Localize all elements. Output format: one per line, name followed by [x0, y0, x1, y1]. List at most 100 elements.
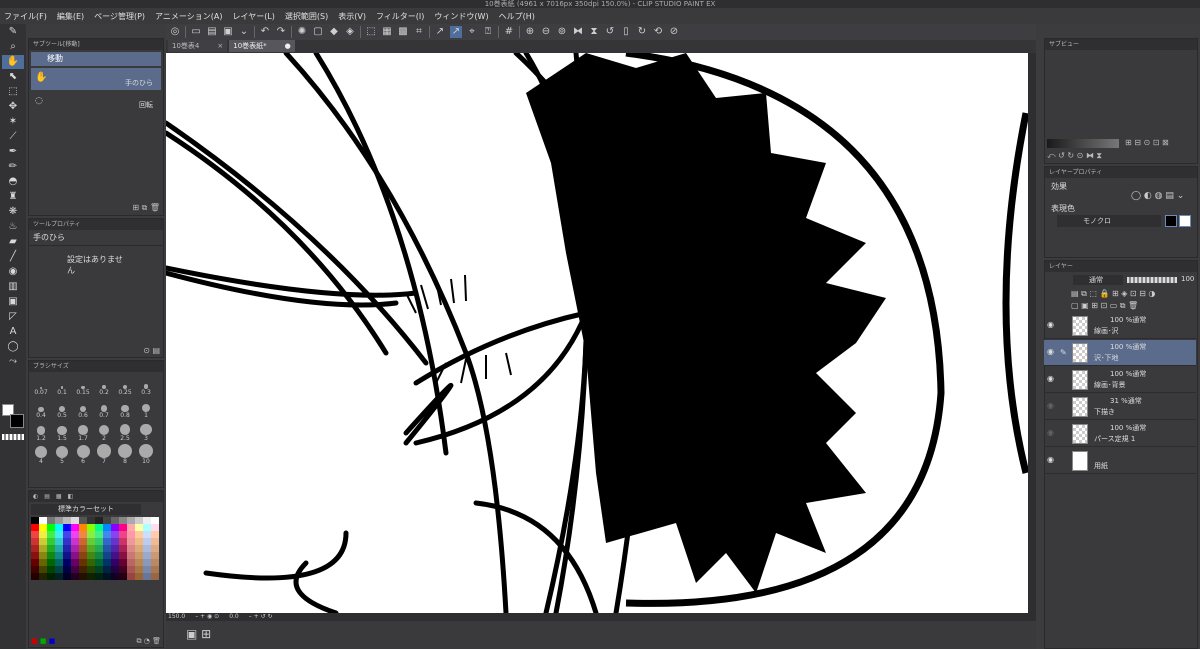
color-swatch[interactable] — [111, 524, 119, 531]
color-swatch[interactable] — [55, 552, 63, 559]
brush-size-item[interactable]: 5 — [52, 443, 72, 465]
color-swatch[interactable] — [111, 545, 119, 552]
color-swatch[interactable] — [63, 559, 71, 566]
menu-page[interactable]: ページ管理(P) — [94, 11, 145, 22]
color-swatch[interactable] — [135, 531, 143, 538]
tool-frame-icon[interactable]: ◸ — [2, 310, 24, 324]
fill-alt-icon[interactable]: ◈ — [344, 26, 356, 38]
tool-correct-icon[interactable]: ⤳ — [2, 355, 24, 369]
navigator-controls[interactable]: ⊞ ⊟ ⊙ ⊡ ⊠ — [1125, 138, 1169, 147]
redo-icon[interactable]: ↷ — [275, 26, 287, 38]
brush-size-item[interactable]: 4 — [31, 443, 51, 465]
color-swatch[interactable] — [143, 566, 151, 573]
brush-size-item[interactable]: 2.5 — [115, 420, 135, 442]
color-swatch[interactable] — [63, 545, 71, 552]
deselect-icon[interactable]: ⬚ — [365, 26, 377, 38]
tool-magic-wand-icon[interactable]: ✶ — [2, 115, 24, 129]
color-swatch[interactable] — [39, 524, 47, 531]
export-icon[interactable]: ⌄ — [238, 26, 250, 38]
color-swatch[interactable] — [55, 559, 63, 566]
color-swatch[interactable] — [103, 524, 111, 531]
main-color[interactable] — [10, 414, 24, 428]
color-set-icon[interactable]: ▦ — [56, 491, 62, 502]
brush-size-item[interactable]: 0.15 — [73, 374, 93, 396]
tool-gradient-icon[interactable]: ▥ — [2, 280, 24, 294]
color-swatch[interactable] — [103, 559, 111, 566]
color-swatch[interactable] — [111, 531, 119, 538]
flip-vertical-icon[interactable]: ⧗ — [588, 26, 600, 38]
color-swatch[interactable] — [103, 566, 111, 573]
color-swatch[interactable] — [47, 517, 55, 524]
brush-size-item[interactable]: 6 — [73, 443, 93, 465]
tab-close[interactable]: ● — [285, 40, 291, 52]
color-swatch[interactable] — [143, 531, 151, 538]
reset-icon[interactable]: ⊙ — [143, 346, 150, 355]
tool-balloon-icon[interactable]: ◯ — [2, 340, 24, 354]
color-swatch[interactable] — [55, 566, 63, 573]
undo-icon[interactable]: ↶ — [259, 26, 271, 38]
layer-row[interactable]: ◉ 31 %通常 下描き — [1044, 394, 1196, 420]
color-set-select[interactable]: 標準カラーセット — [31, 504, 141, 515]
menu-window[interactable]: ウィンドウ(W) — [434, 11, 488, 22]
color-swatch[interactable] — [71, 517, 79, 524]
color-swatch[interactable] — [151, 538, 159, 545]
brush-size-item[interactable]: 1.7 — [73, 420, 93, 442]
layer-visibility-eye-icon[interactable]: ◉ — [1047, 321, 1055, 329]
tool-pen2-icon[interactable]: ✒ — [2, 145, 24, 159]
color-swatch[interactable] — [95, 524, 103, 531]
color-swatch[interactable] — [31, 531, 39, 538]
brush-size-item[interactable]: 1.5 — [52, 420, 72, 442]
menu-layer[interactable]: レイヤー(L) — [232, 11, 274, 22]
color-swatch[interactable] — [87, 552, 95, 559]
color-swatch[interactable] — [103, 552, 111, 559]
color-swatch[interactable] — [95, 538, 103, 545]
brush-size-item[interactable]: 7 — [94, 443, 114, 465]
brush-size-item[interactable]: 0.6 — [73, 397, 93, 419]
color-swatch[interactable] — [151, 559, 159, 566]
tool-brush-icon[interactable]: ◓ — [2, 175, 24, 189]
tool-figure-icon[interactable]: ▣ — [2, 295, 24, 309]
color-swatch[interactable] — [47, 531, 55, 538]
color-swatch[interactable] — [143, 538, 151, 545]
color-swatch[interactable] — [119, 538, 127, 545]
color-swatch[interactable] — [111, 559, 119, 566]
menu-edit[interactable]: 編集(E) — [57, 11, 84, 22]
tool-text-icon[interactable]: A — [2, 325, 24, 339]
brush-size-item[interactable]: 0.3 — [136, 374, 156, 396]
color-swatch[interactable] — [71, 524, 79, 531]
mask-icon[interactable]: ⊘ — [668, 26, 680, 38]
rotate-reset-icon[interactable]: ⟲ — [652, 26, 664, 38]
snap-ruler-icon[interactable]: ↗ — [434, 26, 446, 38]
tool-pencil-icon[interactable]: ✏ — [2, 160, 24, 174]
layer-row[interactable]: ◉ 100 %通常 パース定規 1 — [1044, 421, 1196, 447]
canvas[interactable] — [166, 53, 1028, 613]
settings-icon[interactable]: ▤ — [152, 346, 160, 355]
color-swatch[interactable] — [87, 517, 95, 524]
new-icon[interactable]: ▭ — [190, 26, 202, 38]
color-set-footer-icons[interactable]: ⧉ ◔ 🗑 — [137, 637, 161, 646]
tool-pen-icon[interactable]: ✎ — [2, 25, 24, 39]
color-swatch[interactable] — [127, 524, 135, 531]
invert-selection-icon[interactable]: ▦ — [381, 26, 393, 38]
color-swatch[interactable] — [127, 538, 135, 545]
fit-icon[interactable]: ⊚ — [556, 26, 568, 38]
clear-icon[interactable]: ▢ — [312, 26, 324, 38]
color-swatch[interactable] — [135, 517, 143, 524]
color-swatch[interactable] — [71, 545, 79, 552]
subtool-rotate[interactable]: ◌ 回転 — [31, 92, 161, 112]
bottom-left-icons[interactable]: ▣ ⊞ — [186, 627, 211, 641]
color-swatch[interactable] — [71, 552, 79, 559]
color-swatch[interactable] — [47, 552, 55, 559]
color-swatch[interactable] — [127, 559, 135, 566]
brush-size-item[interactable]: 2 — [94, 420, 114, 442]
color-swatch[interactable] — [119, 552, 127, 559]
zoom-value[interactable]: 150.0 — [168, 613, 185, 621]
color-swatch[interactable] — [79, 538, 87, 545]
tool-object-icon[interactable]: ⬉ — [2, 70, 24, 84]
layer-tool-icons[interactable]: ▤ ⧉ ⬚ 🔒 ⊞ ◈ ⊡ ⊟ ◑ — [1071, 289, 1155, 299]
brush-size-item[interactable]: 0.25 — [115, 374, 135, 396]
color-swatch[interactable] — [95, 573, 103, 580]
color-swatch[interactable] — [119, 566, 127, 573]
color-swatch[interactable] — [111, 538, 119, 545]
color-swatch[interactable] — [95, 531, 103, 538]
